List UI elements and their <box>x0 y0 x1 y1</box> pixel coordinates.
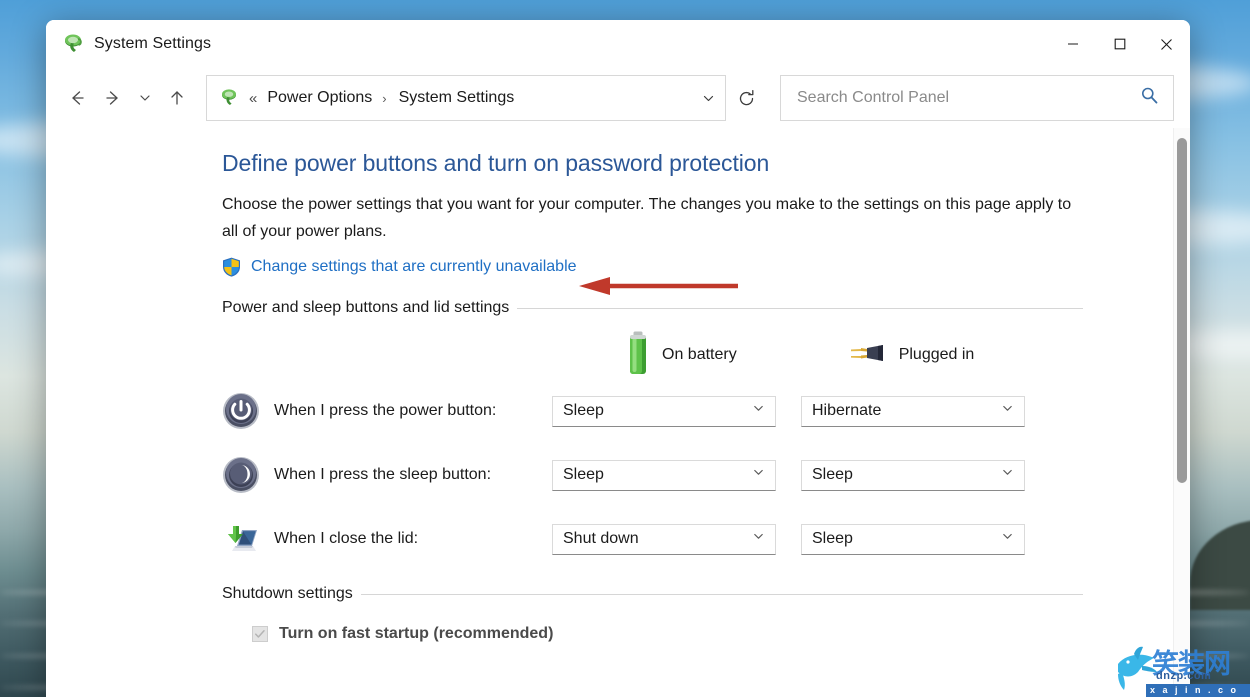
section-title: Power and sleep buttons and lid settings <box>222 299 510 316</box>
fast-startup-row[interactable]: Turn on fast startup (recommended) <box>252 625 1190 643</box>
page-description: Choose the power settings that you want … <box>222 196 1072 240</box>
close-button[interactable] <box>1143 20 1190 68</box>
power-plug-icon <box>62 33 84 55</box>
section-header-shutdown: Shutdown settings <box>222 585 1083 603</box>
system-settings-window: System Settings « Power Options › System… <box>46 20 1190 697</box>
forward-button[interactable] <box>96 81 130 115</box>
recent-locations-chevron-down-icon[interactable] <box>132 81 158 115</box>
change-unavailable-settings-link[interactable]: Change settings that are currently unava… <box>251 258 577 276</box>
setting-row-power-button: When I press the power button: Sleep Hib… <box>222 379 1190 443</box>
refresh-button[interactable] <box>726 76 766 120</box>
minimize-button[interactable] <box>1049 20 1096 68</box>
desktop-background: System Settings « Power Options › System… <box>0 0 1250 697</box>
breadcrumb-separator-icon: › <box>382 90 387 106</box>
combo-power-button-plugged-in[interactable]: Hibernate <box>801 395 1025 427</box>
breadcrumb-system-settings[interactable]: System Settings <box>395 87 519 109</box>
scrollbar-thumb[interactable] <box>1177 138 1187 483</box>
combo-value: Sleep <box>812 530 853 547</box>
combo-value: Sleep <box>563 466 604 483</box>
chevron-down-icon <box>1001 402 1014 420</box>
combo-value: Sleep <box>563 402 604 419</box>
combo-sleep-button-on-battery[interactable]: Sleep <box>552 459 776 491</box>
title-bar: System Settings <box>46 20 1190 68</box>
combo-value: Sleep <box>812 466 853 483</box>
chevron-down-icon <box>752 402 765 420</box>
search-input[interactable] <box>795 88 1119 108</box>
column-label-plugged-in: Plugged in <box>898 346 975 363</box>
breadcrumb-overflow[interactable]: « <box>249 90 257 107</box>
chevron-down-icon <box>1001 530 1014 548</box>
laptop-lid-icon <box>222 520 260 558</box>
setting-row-sleep-button: When I press the sleep button: Sleep Sle… <box>222 443 1190 507</box>
section-title: Shutdown settings <box>222 585 353 602</box>
fast-startup-checkbox[interactable] <box>252 626 268 642</box>
up-button[interactable] <box>160 81 194 115</box>
column-headers: On battery Plugged in <box>222 331 1190 379</box>
combo-value: Hibernate <box>812 402 882 419</box>
setting-label-close-lid: When I close the lid: <box>274 530 419 547</box>
sleep-button-icon <box>222 456 260 494</box>
address-bar[interactable]: « Power Options › System Settings <box>206 75 726 121</box>
breadcrumb-power-options[interactable]: Power Options <box>263 87 376 109</box>
combo-sleep-button-plugged-in[interactable]: Sleep <box>801 459 1025 491</box>
combo-value: Shut down <box>563 530 639 547</box>
address-chevron-down-icon[interactable] <box>691 76 725 120</box>
chevron-down-icon <box>752 466 765 484</box>
section-header-power-lid: Power and sleep buttons and lid settings <box>222 299 1083 317</box>
page-title: Define power buttons and turn on passwor… <box>222 150 770 176</box>
checkmark-icon <box>255 630 265 638</box>
section-divider <box>517 307 1083 309</box>
power-plug-icon <box>219 88 239 108</box>
setting-label-power-button: When I press the power button: <box>274 402 497 419</box>
column-header-on-battery: On battery <box>626 330 737 381</box>
setting-row-close-lid: When I close the lid: Shut down Sleep <box>222 507 1190 571</box>
column-label-on-battery: On battery <box>662 346 737 363</box>
fast-startup-label: Turn on fast startup (recommended) <box>279 625 554 642</box>
search-icon[interactable] <box>1140 86 1159 110</box>
battery-icon <box>626 330 650 381</box>
plug-icon <box>847 339 887 372</box>
combo-close-lid-on-battery[interactable]: Shut down <box>552 523 776 555</box>
window-title: System Settings <box>94 35 212 52</box>
shield-icon <box>222 257 241 277</box>
search-box[interactable] <box>780 75 1174 121</box>
combo-close-lid-plugged-in[interactable]: Sleep <box>801 523 1025 555</box>
headland-decoration <box>1190 520 1250 610</box>
chevron-down-icon <box>1001 466 1014 484</box>
vertical-scrollbar[interactable] <box>1173 128 1190 697</box>
uac-link-row: Change settings that are currently unava… <box>222 257 1190 277</box>
setting-label-sleep-button: When I press the sleep button: <box>274 466 492 483</box>
section-divider <box>360 593 1083 595</box>
settings-content: Define power buttons and turn on passwor… <box>46 128 1190 697</box>
back-button[interactable] <box>60 81 94 115</box>
maximize-button[interactable] <box>1096 20 1143 68</box>
combo-power-button-on-battery[interactable]: Sleep <box>552 395 776 427</box>
power-button-icon <box>222 392 260 430</box>
window-controls <box>1049 20 1190 68</box>
navigation-bar: « Power Options › System Settings <box>46 68 1190 128</box>
column-header-plugged-in: Plugged in <box>847 339 975 372</box>
chevron-down-icon <box>752 530 765 548</box>
